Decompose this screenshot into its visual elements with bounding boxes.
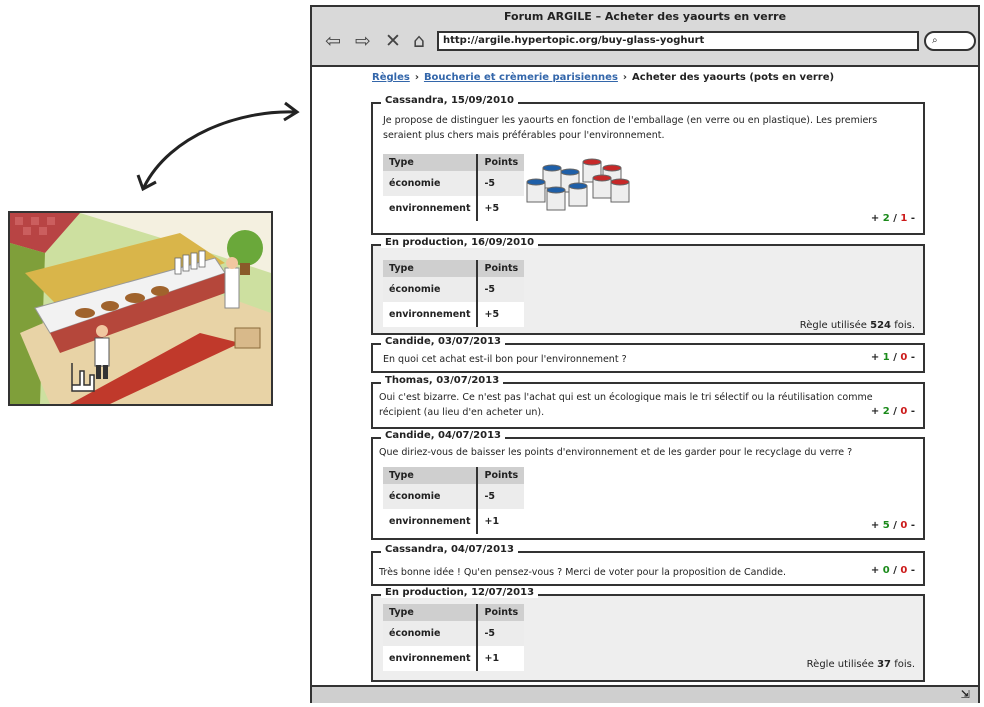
vote-up-count: 1 [882,352,890,363]
row-points: +5 [477,196,525,221]
butcher-shop-scene [10,213,271,404]
post-text: Très bonne idée ! Qu'en pensez-vous ? Me… [379,567,787,578]
row-type: environnement [383,196,479,221]
post-header: Thomas, 03/07/2013 [381,375,504,386]
vote-up-button[interactable]: + [871,406,883,417]
usage-prefix: Règle utilisée [799,320,867,331]
vote-counter[interactable]: + 5 / 0 - [871,520,915,531]
breadcrumb: Règles › Boucherie et crèmerie parisiennes… [372,72,834,83]
usage-count: Règle utilisée 37 fois. [807,659,915,670]
vote-down-button[interactable]: - [907,352,915,363]
chevron-right-icon: › [414,72,419,83]
col-header-type: Type [383,154,479,171]
forum-post: Cassandra, 15/09/2010 Je propose de dist… [371,95,925,235]
breadcrumb-link-regles[interactable]: Règles [372,72,410,83]
points-table: Type Points économie -5 environnement +5 [383,154,525,221]
post-text: Que diriez-vous de baisser les points d'… [379,447,853,458]
row-type: économie [383,171,479,196]
post-header: Candide, 03/07/2013 [381,336,505,347]
row-type: économie [383,621,479,646]
usage-count: Règle utilisée 524 fois. [800,320,915,331]
post-header: En production, 12/07/2013 [381,587,539,598]
row-points: +1 [477,646,525,671]
vote-counter[interactable]: + 1 / 0 - [871,352,915,363]
post-text: Oui c'est bizarre. Ce n'est pas l'achat … [379,392,873,418]
row-type: économie [383,484,479,509]
usage-number: 37 [877,659,891,670]
row-type: environnement [383,646,479,671]
back-arrow-icon[interactable]: ⇦ [320,29,346,53]
col-header-type: Type [383,467,479,484]
row-points: -5 [477,484,525,509]
vote-up-count: 0 [882,565,890,576]
vote-up-count: 2 [882,213,890,224]
post-text: Je propose de distinguer les yaourts en … [383,115,878,141]
points-table: Type Points économie -5 environnement +1 [383,467,525,534]
row-type: environnement [383,509,479,534]
col-header-type: Type [383,260,479,277]
vote-down-button[interactable]: - [907,213,915,224]
forum-post: Thomas, 03/07/2013 Oui c'est bizarre. Ce… [371,375,925,429]
post-header: Cassandra, 04/07/2013 [381,544,518,555]
row-points: -5 [477,277,525,302]
vote-counter[interactable]: + 2 / 0 - [871,406,915,417]
col-header-points: Points [477,604,525,621]
forum-post: Candide, 04/07/2013 Que diriez-vous de b… [371,430,925,540]
vote-down-button[interactable]: - [907,406,915,417]
post-header: Candide, 04/07/2013 [381,430,505,441]
usage-suffix: fois. [894,320,915,331]
search-box[interactable]: ⌕ [924,31,976,51]
col-header-type: Type [383,604,479,621]
search-icon: ⌕ [932,35,938,46]
vote-up-button[interactable]: + [871,213,883,224]
row-type: économie [383,277,479,302]
vote-up-count: 2 [882,406,890,417]
browser-window: Forum ARGILE – Acheter des yaourts en ve… [310,5,980,703]
col-header-points: Points [477,467,525,484]
post-header: Cassandra, 15/09/2010 [381,95,518,106]
points-table: Type Points économie -5 environnement +1 [383,604,525,671]
breadcrumb-link-boucherie[interactable]: Boucherie et crèmerie parisiennes [424,72,618,83]
game-scene-illustration [8,211,273,406]
browser-toolbar: Forum ARGILE – Acheter des yaourts en ve… [312,7,978,67]
vote-counter[interactable]: + 0 / 0 - [871,565,915,576]
chevron-right-icon: › [622,72,628,83]
post-text: En quoi cet achat est-il bon pour l'envi… [383,354,627,365]
breadcrumb-current: Acheter des yaourts (pots en verre) [632,72,835,83]
row-type: environnement [383,302,479,327]
row-points: +1 [477,509,525,534]
points-table: Type Points économie -5 environnement +5 [383,260,525,327]
forward-arrow-icon[interactable]: ⇨ [350,29,376,53]
home-icon[interactable]: ⌂ [406,29,432,53]
window-title: Forum ARGILE – Acheter des yaourts en ve… [503,10,787,23]
forum-post: Candide, 03/07/2013 En quoi cet achat es… [371,336,925,373]
status-bar: ⇲ [312,685,978,703]
row-points: -5 [477,621,525,646]
usage-prefix: Règle utilisée [806,659,874,670]
col-header-points: Points [477,260,525,277]
vote-counter[interactable]: + 2 / 1 - [871,213,915,224]
usage-suffix: fois. [894,659,915,670]
production-post: En production, 12/07/2013 Type Points éco… [371,587,925,682]
vote-down-button[interactable]: - [907,520,915,531]
row-points: +5 [477,302,525,327]
vote-up-button[interactable]: + [871,565,883,576]
vote-down-button[interactable]: - [907,565,915,576]
post-header: En production, 16/09/2010 [381,237,539,248]
row-points: -5 [477,171,525,196]
stop-icon[interactable]: ✕ [380,29,406,53]
url-bar[interactable]: http://argile.hypertopic.org/buy-glass-y… [437,31,919,51]
resize-grip-icon[interactable]: ⇲ [961,688,970,701]
vote-up-count: 5 [882,520,890,531]
usage-number: 524 [870,320,891,331]
glass-yoghurt-jars-image [526,158,630,211]
vote-up-button[interactable]: + [871,520,883,531]
col-header-points: Points [477,154,525,171]
double-arrow-icon [136,101,300,192]
vote-up-button[interactable]: + [871,352,883,363]
forum-post: Cassandra, 04/07/2013 Très bonne idée ! … [371,544,925,586]
production-post: En production, 16/09/2010 Type Points éco… [371,237,925,335]
